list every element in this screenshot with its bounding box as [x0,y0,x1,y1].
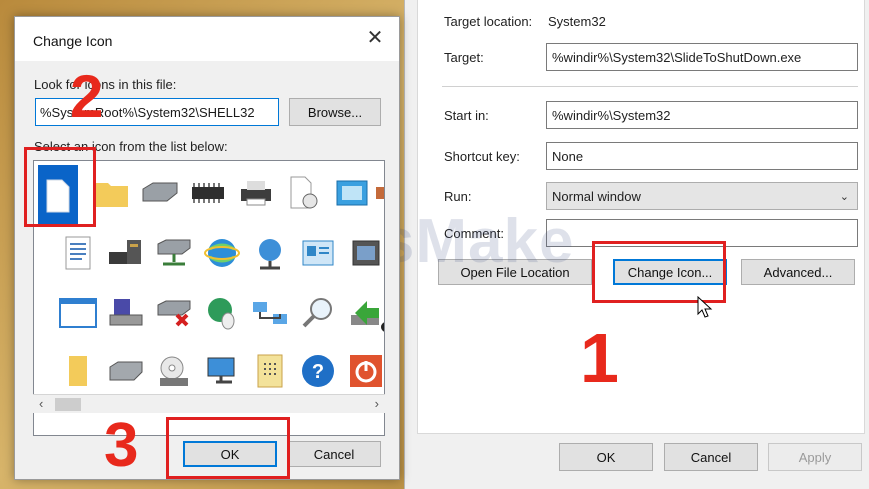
run-select-value: Normal window [552,189,641,204]
properties-ok-button[interactable]: OK [559,443,653,471]
svg-text:?: ? [312,361,324,383]
dialog-title: Change Icon [33,33,113,49]
folder-icon[interactable] [90,171,134,215]
blank-window-icon[interactable] [56,291,100,335]
media-window-icon[interactable] [344,231,384,275]
cd-drive-icon[interactable] [152,349,196,393]
chevron-down-icon: ⌄ [839,191,849,203]
globe-mouse-icon[interactable] [200,291,244,335]
highlight-selected-icon [24,147,96,227]
partial-icon-2[interactable] [380,305,384,349]
partial-icon[interactable] [374,171,384,215]
close-icon[interactable]: ✕ [363,27,387,51]
window-icon[interactable] [330,171,374,215]
run-arrow-icon[interactable] [344,291,384,335]
mouse-cursor-icon [697,295,713,321]
start-in-label: Start in: [444,108,489,123]
target-location-label: Target location: [444,14,533,29]
network-drive-icon[interactable] [152,231,196,275]
scroll-left-icon[interactable]: ‹ [39,396,43,411]
advanced-button[interactable]: Advanced... [741,259,855,285]
drive-icon[interactable] [138,171,182,215]
chip-icon[interactable] [186,171,230,215]
properties-apply-button[interactable]: Apply [768,443,862,471]
run-label: Run: [444,189,472,204]
step-number-3: 3 [104,411,139,480]
keypad-document-icon[interactable] [248,349,292,393]
drive-error-icon[interactable] [152,291,196,335]
internet-globe-icon[interactable] [200,231,244,275]
target-field[interactable]: %windir%\System32\SlideToShutDown.exe [546,43,858,71]
dialog-cancel-button[interactable]: Cancel [287,441,381,467]
floppy-disk-drive-icon[interactable] [104,291,148,335]
step-number-2: 2 [70,63,104,130]
shortcut-key-field[interactable]: None [546,142,858,170]
contact-card-icon[interactable] [296,231,340,275]
document-clock-icon[interactable] [282,171,326,215]
network-globe-icon[interactable] [248,231,292,275]
help-icon[interactable]: ? [296,349,340,393]
search-icon[interactable] [296,291,340,335]
highlight-ok-button [166,417,290,479]
step-number-1: 1 [580,319,619,397]
dialog-titlebar: Change Icon ✕ [15,17,399,61]
separator [442,86,858,87]
shortcut-key-label: Shortcut key: [444,149,520,164]
power-icon[interactable] [344,349,384,393]
scroll-thumb[interactable] [55,398,81,411]
printer-icon[interactable] [234,171,278,215]
target-location-value: System32 [548,14,606,29]
monitor-icon[interactable] [200,349,244,393]
folder-icon-2[interactable] [56,349,100,393]
run-select[interactable]: Normal window ⌄ [546,182,858,210]
scroll-right-icon[interactable]: › [375,396,379,411]
target-label: Target: [444,50,484,65]
highlight-change-icon [592,241,726,303]
hard-drive-icon[interactable] [104,349,148,393]
start-in-field[interactable]: %windir%\System32 [546,101,858,129]
computer-tower-icon[interactable] [104,231,148,275]
text-document-icon[interactable] [56,231,100,275]
network-computers-icon[interactable] [248,291,292,335]
icon-list-scrollbar[interactable]: ‹ › [33,394,385,413]
browse-button[interactable]: Browse... [289,98,381,126]
properties-cancel-button[interactable]: Cancel [664,443,758,471]
look-for-label: Look for icons in this file: [34,77,177,92]
